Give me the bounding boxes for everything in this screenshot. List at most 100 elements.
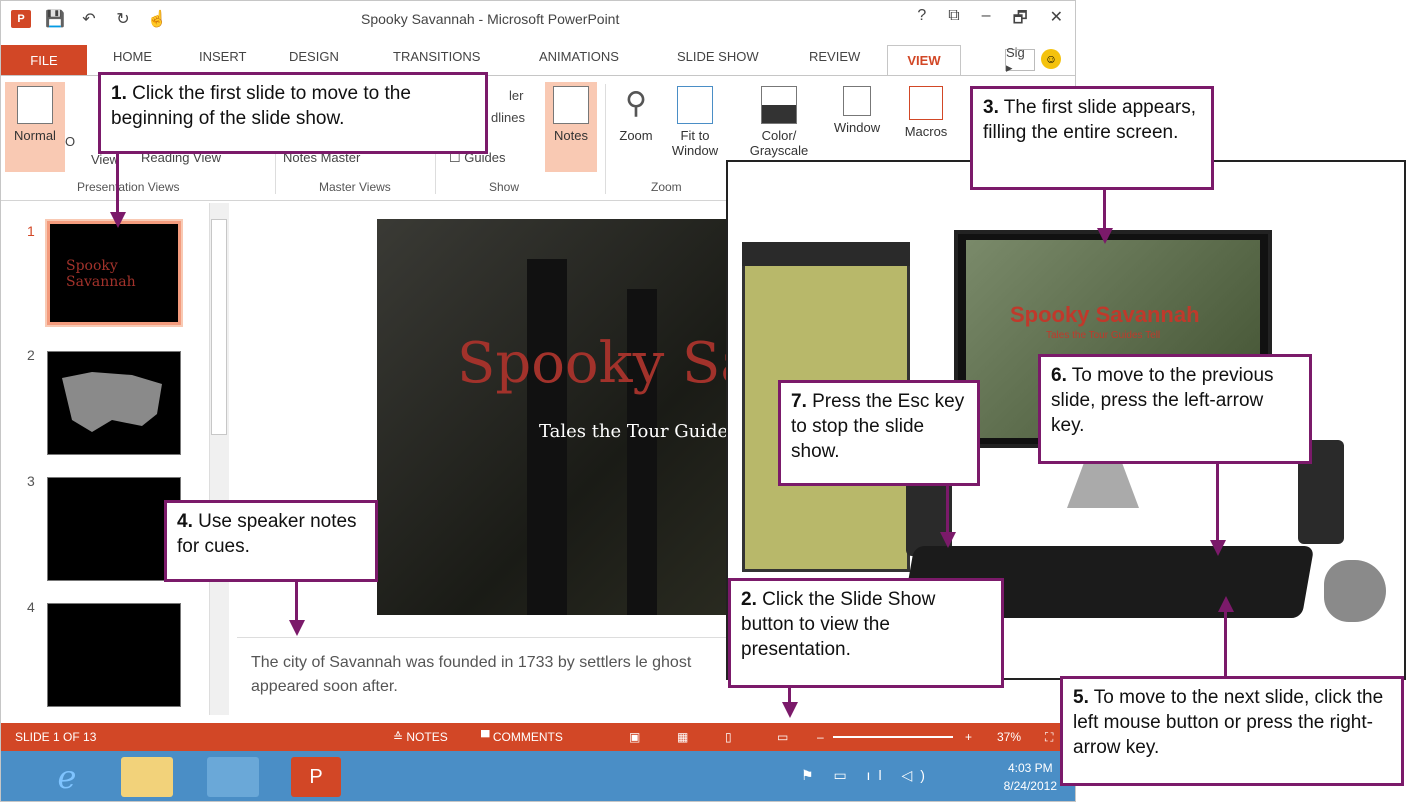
control-panel-icon[interactable]: [207, 757, 259, 797]
scrollbar-thumb[interactable]: [211, 219, 227, 435]
outline-view-label[interactable]: O: [65, 134, 75, 149]
tab-home[interactable]: HOME: [113, 49, 152, 64]
color-label: Color/: [761, 128, 797, 143]
main-slide[interactable]: [377, 219, 777, 615]
zoom-level[interactable]: 37%: [997, 730, 1021, 744]
tab-insert[interactable]: INSERT: [199, 49, 246, 64]
callout-4-text: Use speaker notes for cues.: [177, 511, 357, 557]
internet-explorer-icon[interactable]: ℯ: [41, 757, 93, 797]
slide-thumbnail-2[interactable]: [47, 351, 181, 455]
pc-tower-top: [742, 242, 910, 266]
slide-subtitle: Tales the Tour Guides T: [539, 421, 756, 442]
slide-number: 2: [27, 347, 35, 363]
minimize-button[interactable]: –: [982, 7, 991, 34]
zoom-out-button[interactable]: –: [817, 730, 824, 744]
ruler-checkbox[interactable]: ler: [509, 88, 523, 103]
arrow-3: [1103, 190, 1106, 230]
reading-view-icon[interactable]: ▯: [725, 730, 732, 744]
callout-5: 5. To move to the next slide, click the …: [1060, 676, 1404, 786]
gridlines-checkbox[interactable]: dlines: [491, 110, 525, 125]
date: 8/24/2012: [1003, 779, 1057, 793]
save-icon[interactable]: 💾: [45, 9, 65, 29]
taskbar: ℯ P ⚑ ▭ ıl ◁) 4:03 PM 8/24/2012: [1, 751, 1075, 801]
sign-in-button[interactable]: Sig ▸: [1005, 45, 1035, 75]
arrow-5: [1224, 610, 1227, 676]
tab-design[interactable]: DESIGN: [289, 49, 339, 64]
arrow-1-head: [110, 212, 126, 228]
group-master-views: Master Views: [319, 180, 391, 194]
tab-review[interactable]: REVIEW: [809, 49, 860, 64]
arrow-1: [116, 154, 119, 214]
callout-1-number: 1.: [111, 83, 127, 104]
arrow-4-head: [289, 620, 305, 636]
quick-access-toolbar: P 💾 ↶ ↻ ☝: [11, 9, 167, 29]
powerpoint-taskbar-icon[interactable]: P: [291, 757, 341, 797]
zoom-button[interactable]: ⚲ Zoom: [613, 86, 659, 143]
tab-file[interactable]: FILE: [1, 45, 87, 75]
tab-slide-show[interactable]: SLIDE SHOW: [677, 49, 759, 64]
arrow-7: [946, 486, 949, 534]
callout-2: 2. Click the Slide Show button to view t…: [728, 578, 1004, 688]
notes-icon: [553, 86, 589, 124]
fit-window-label: Window: [671, 143, 719, 158]
ribbon-tabs: FILE HOME INSERT DESIGN TRANSITIONS ANIM…: [1, 45, 1075, 75]
fit-window-icon: [677, 86, 713, 124]
restore-button[interactable]: 🗗: [1013, 7, 1028, 34]
notes-button[interactable]: Notes: [545, 82, 597, 172]
zoom-in-button[interactable]: +: [965, 730, 972, 744]
notes-toggle[interactable]: ≙ NOTES: [393, 730, 448, 744]
callout-6-number: 6.: [1051, 365, 1067, 386]
arrow-3-head: [1097, 228, 1113, 244]
callout-3: 3. The first slide appears, filling the …: [970, 86, 1214, 190]
window-label: Window: [833, 120, 881, 135]
slide-number: 1: [27, 223, 35, 239]
magnifier-icon: ⚲: [625, 87, 647, 120]
mouse-image: [1324, 560, 1386, 622]
window-button[interactable]: Window: [825, 86, 889, 135]
normal-view-icon[interactable]: ▣: [629, 730, 640, 744]
slide-sorter-icon[interactable]: ▦: [677, 730, 688, 744]
slide-thumbnail-1[interactable]: Spooky Savannah: [45, 219, 183, 327]
notes-text: The city of Savannah was founded in 1733…: [251, 654, 692, 695]
undo-icon[interactable]: ↶: [79, 9, 99, 29]
system-tray[interactable]: ⚑ ▭ ıl ◁): [801, 767, 933, 784]
touch-mode-icon[interactable]: ☝: [147, 9, 167, 29]
fit-to-window-button[interactable]: Fit to Window: [665, 86, 725, 158]
color-grayscale-icon: [761, 86, 797, 124]
fit-slide-icon[interactable]: ⛶: [1045, 730, 1053, 745]
file-explorer-icon[interactable]: [121, 757, 173, 797]
title-bar: P 💾 ↶ ↻ ☝ Spooky Savannah - Microsoft Po…: [1, 1, 1075, 37]
status-bar: SLIDE 1 OF 13 ≙ NOTES ▀ COMMENTS ▣ ▦ ▯ ▭…: [1, 723, 1075, 751]
time: 4:03 PM: [1007, 761, 1053, 775]
slide-thumbnail-3[interactable]: [47, 477, 181, 581]
arrow-5-head: [1218, 596, 1234, 612]
smiley-feedback-icon[interactable]: ☺: [1041, 49, 1061, 69]
normal-view-button[interactable]: Normal: [5, 82, 65, 172]
slide-number: 3: [27, 473, 35, 489]
tab-animations[interactable]: ANIMATIONS: [539, 49, 619, 64]
slide-thumbnail-pane: 1 Spooky Savannah 2 3 4: [1, 201, 233, 719]
slide-thumbnail-4[interactable]: [47, 603, 181, 707]
arrow-4: [295, 582, 298, 622]
callout-7-number: 7.: [791, 391, 807, 412]
slide-show-icon[interactable]: ▭: [777, 730, 788, 744]
callout-3-text: The first slide appears, filling the ent…: [983, 97, 1196, 143]
window-controls: ? ⧉ – 🗗 ✕: [917, 7, 1063, 34]
help-button[interactable]: ?: [917, 7, 926, 34]
view-label: View: [91, 152, 119, 167]
macros-button[interactable]: Macros: [897, 86, 955, 139]
clock[interactable]: 4:03 PM 8/24/2012: [1004, 759, 1057, 795]
color-grayscale-button[interactable]: Color/ Grayscale: [739, 86, 819, 158]
tab-transitions[interactable]: TRANSITIONS: [393, 49, 480, 64]
monitor-slide-subtitle: Tales the Tour Guides Tell: [1046, 330, 1161, 341]
callout-7: 7. Press the Esc key to stop the slide s…: [778, 380, 980, 486]
comments-toggle[interactable]: ▀ COMMENTS: [481, 730, 563, 744]
window-icon: [843, 86, 871, 116]
close-button[interactable]: ✕: [1050, 7, 1063, 34]
zoom-slider[interactable]: [833, 736, 953, 738]
tab-view[interactable]: VIEW: [887, 45, 961, 75]
ribbon-display-button[interactable]: ⧉: [948, 7, 959, 34]
macros-icon: [909, 86, 943, 120]
redo-icon[interactable]: ↻: [113, 9, 133, 29]
arrow-7-head: [940, 532, 956, 548]
